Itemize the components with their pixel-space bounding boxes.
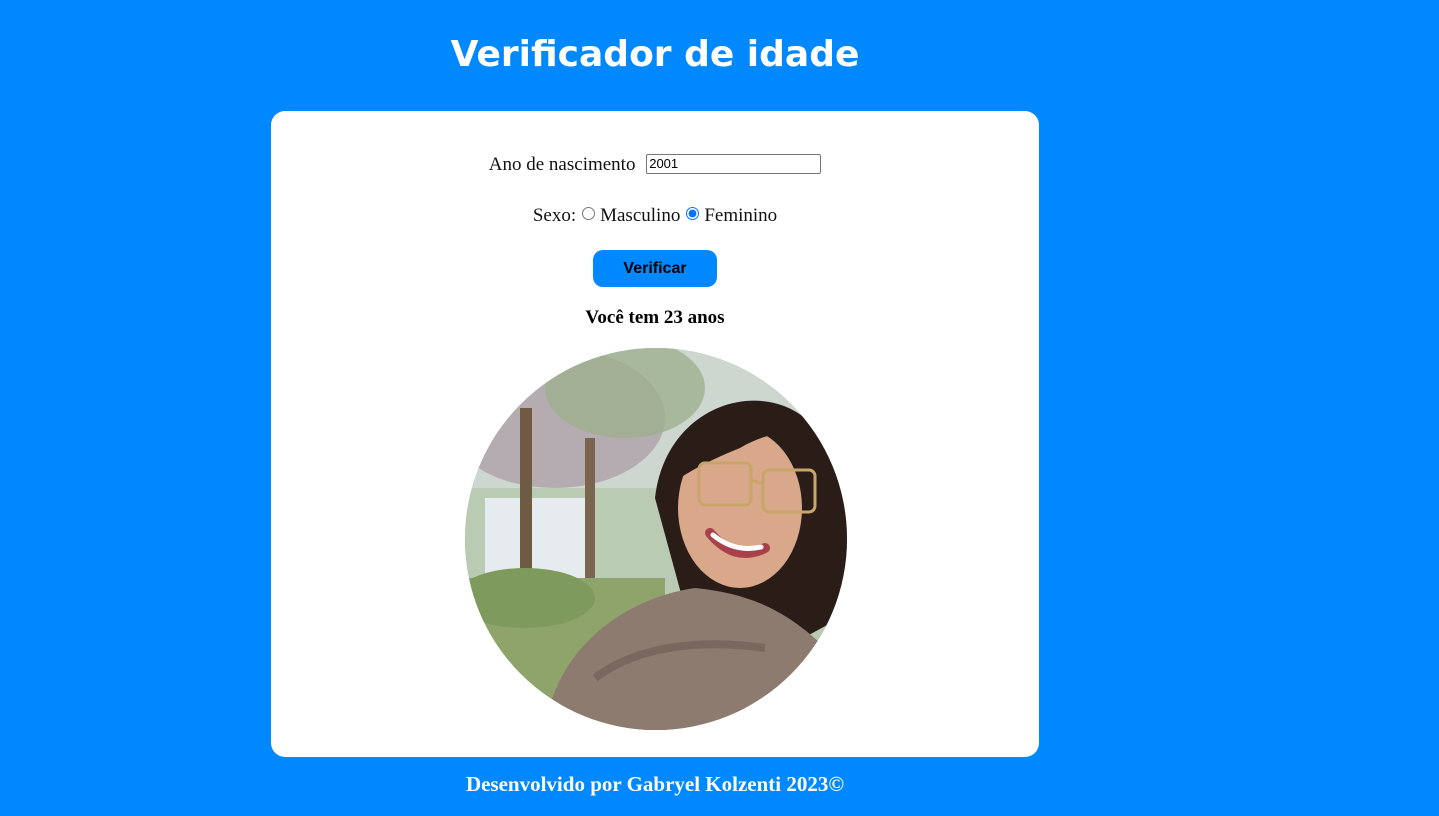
page-title: Verificador de idade: [450, 34, 860, 75]
person-photo: [465, 348, 847, 730]
sex-label: Sexo:: [532, 205, 577, 226]
verify-button[interactable]: Verificar: [593, 250, 717, 287]
verifier-card: Ano de nascimento Sexo: Masculino Feminino…: [271, 111, 1039, 757]
birth-year-row: Ano de nascimento: [271, 153, 1039, 177]
woman-portrait-illustration: [465, 348, 847, 730]
radio-feminino[interactable]: [686, 207, 700, 220]
result-text: Você tem 23 anos: [585, 307, 725, 328]
birth-year-input[interactable]: [646, 153, 822, 174]
radio-feminino-label[interactable]: Feminino: [704, 205, 777, 226]
radio-masculino[interactable]: [582, 207, 596, 220]
radio-masculino-label[interactable]: Masculino: [600, 205, 680, 226]
footer-credit: Desenvolvido por Gabryel Kolzenti 2023©: [465, 772, 845, 796]
birth-year-label: Ano de nascimento: [488, 154, 636, 175]
sex-row: Sexo: Masculino Feminino: [271, 204, 1039, 228]
